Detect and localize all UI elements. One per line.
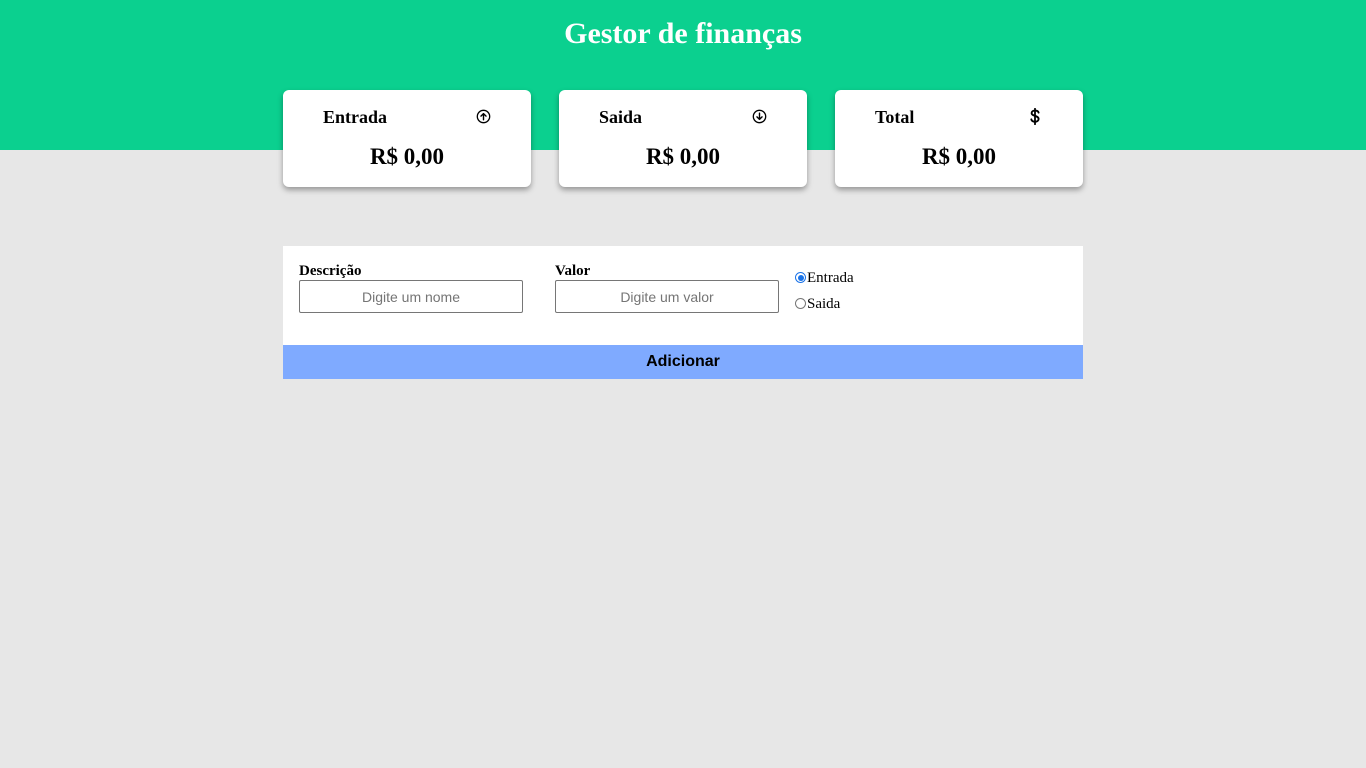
description-input[interactable]	[299, 280, 523, 313]
expense-card-value: R$ 0,00	[645, 144, 721, 169]
total-card-title: Total	[875, 107, 915, 127]
expense-radio-option[interactable]: Saida	[795, 296, 840, 313]
value-input[interactable]	[555, 280, 779, 313]
value-label: Valor	[555, 263, 591, 279]
income-radio-button[interactable]	[795, 272, 806, 283]
income-card: Entrada R$ 0,00	[283, 90, 531, 187]
description-label: Descrição	[299, 263, 362, 279]
income-radio-label: Entrada	[807, 270, 854, 286]
income-card-value: R$ 0,00	[369, 144, 445, 169]
expense-card-title: Saida	[599, 107, 643, 127]
expense-card: Saida R$ 0,00	[559, 90, 807, 187]
dollar-sign-icon	[1027, 107, 1043, 125]
total-card-value: R$ 0,00	[921, 144, 997, 169]
expense-radio-button[interactable]	[795, 298, 806, 309]
expense-radio-label: Saida	[807, 296, 841, 312]
add-button[interactable]: Adicionar	[283, 345, 1083, 379]
arrow-up-circle-icon	[475, 108, 491, 124]
arrow-down-circle-icon	[751, 108, 767, 124]
page-title: Gestor de finanças	[564, 17, 802, 50]
income-card-title: Entrada	[323, 107, 388, 127]
transaction-form: Descrição Valor Entrada Saida	[283, 246, 1083, 345]
total-card: Total R$ 0,00	[835, 90, 1083, 187]
income-radio-option[interactable]: Entrada	[795, 270, 854, 287]
